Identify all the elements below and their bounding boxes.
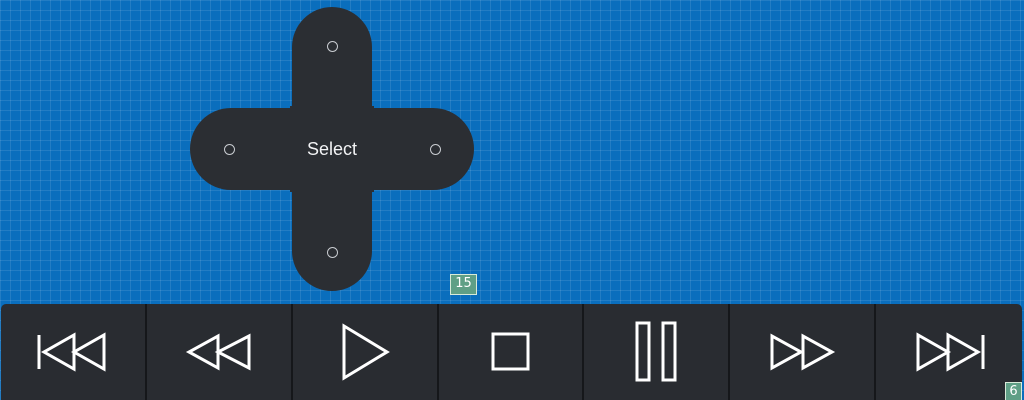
skip-forward-button[interactable] <box>876 304 1022 400</box>
stop-button[interactable] <box>439 304 585 400</box>
dpad-up-button[interactable] <box>312 26 352 66</box>
dpad-down-button[interactable] <box>312 232 352 272</box>
down-indicator-icon <box>326 246 338 258</box>
select-button[interactable]: Select <box>292 124 372 174</box>
dpad-left-button[interactable] <box>209 129 249 169</box>
pause-icon <box>635 321 677 382</box>
corner-badge: 6 <box>1005 382 1022 400</box>
marker-badge: 15 <box>450 274 477 295</box>
fast-forward-button[interactable] <box>730 304 877 400</box>
skip-back-button[interactable] <box>1 304 147 400</box>
right-indicator-icon <box>429 143 441 155</box>
play-button[interactable] <box>293 304 439 400</box>
skip-forward-icon <box>916 332 985 372</box>
dpad-right-button[interactable] <box>415 129 455 169</box>
up-indicator-icon <box>326 40 338 52</box>
skip-back-icon <box>37 332 106 372</box>
play-icon <box>342 323 390 381</box>
transport-bar <box>1 304 1022 400</box>
stop-icon <box>491 332 529 371</box>
rewind-icon <box>185 333 251 371</box>
left-indicator-icon <box>223 143 235 155</box>
fast-forward-icon <box>770 333 836 371</box>
rewind-button[interactable] <box>147 304 293 400</box>
pause-button[interactable] <box>584 304 731 400</box>
dpad: Select <box>190 7 474 291</box>
